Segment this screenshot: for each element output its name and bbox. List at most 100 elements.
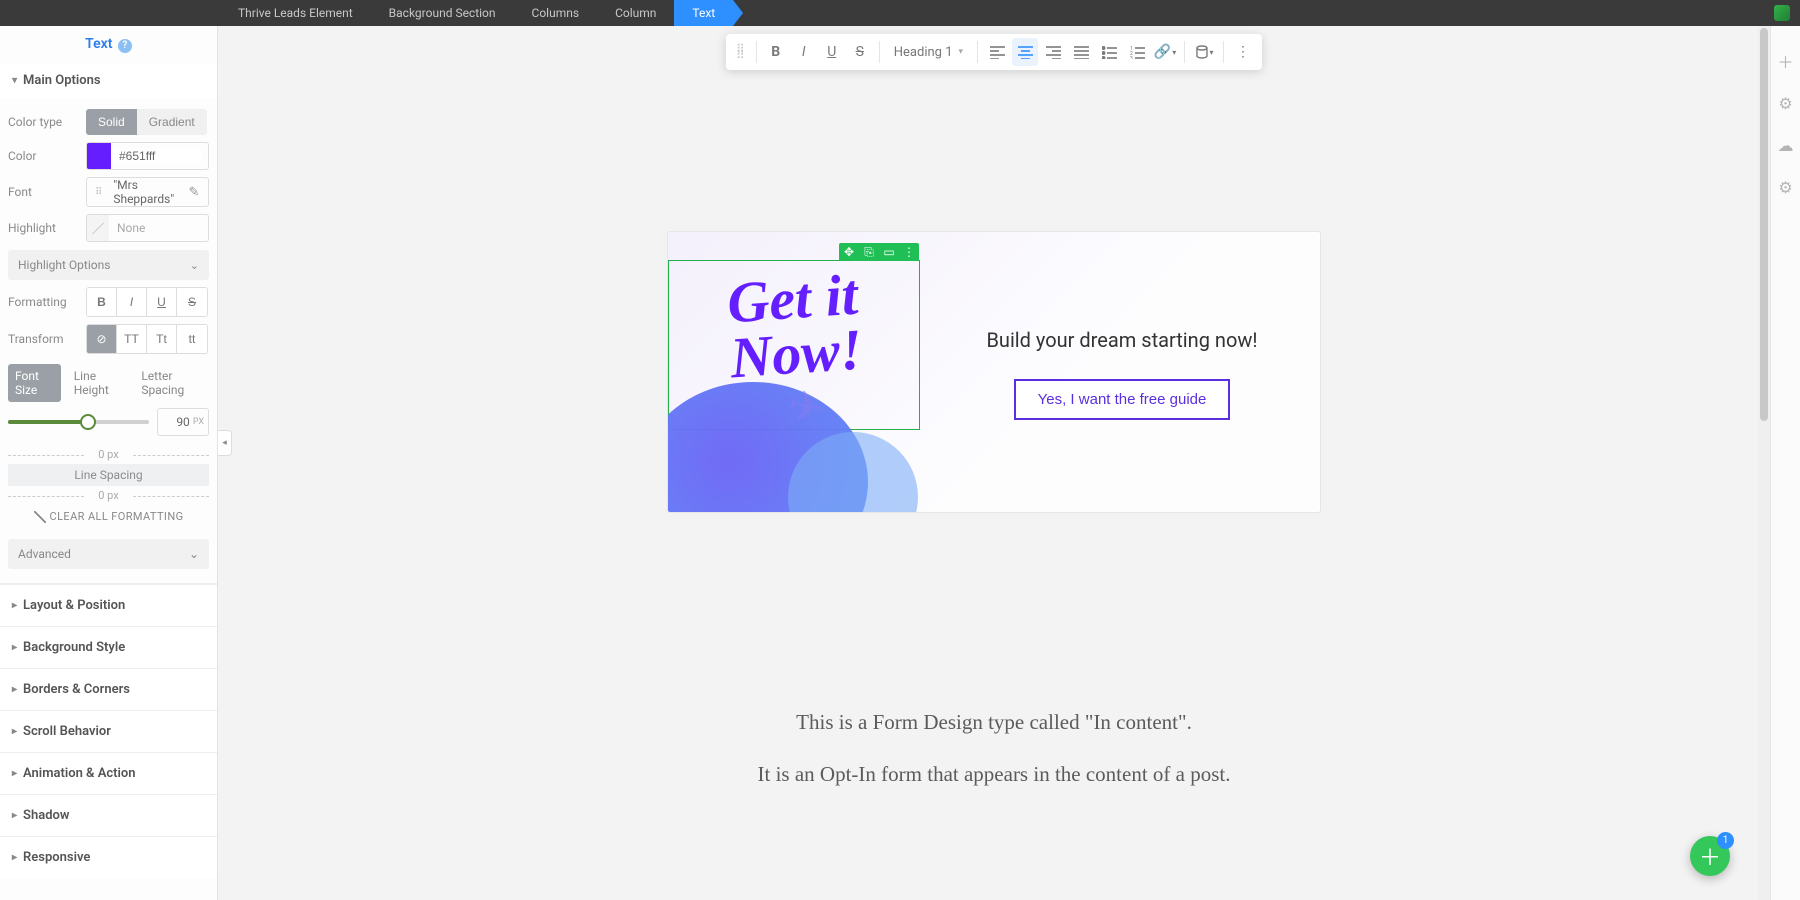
margin-top-value[interactable]: 0 px — [8, 448, 209, 461]
panel-layout-position[interactable]: ▸Layout & Position — [0, 584, 217, 626]
align-right-button[interactable] — [1040, 38, 1066, 66]
pencil-icon[interactable]: ✎ — [180, 185, 208, 200]
tab-line-height[interactable]: Line Height — [67, 364, 129, 402]
ordered-list-button[interactable]: 123 — [1124, 38, 1150, 66]
label-transform: Transform — [8, 332, 86, 346]
heading-label: Heading 1 — [894, 45, 953, 60]
sidebar-collapse-toggle[interactable]: ◂ — [218, 430, 232, 456]
subheadline-text[interactable]: Build your dream starting now! — [986, 325, 1257, 355]
unordered-list-button[interactable] — [1096, 38, 1122, 66]
highlight-value: None — [109, 221, 153, 235]
panel-title: Main Options — [23, 73, 101, 88]
chevron-down-icon: ▾ — [959, 47, 964, 57]
svg-text:3: 3 — [1130, 56, 1133, 59]
panel-label: Shadow — [23, 808, 69, 823]
card-left-column: ✥ ⎘ ▭ ⋮ Get it Now! ✈ — [668, 232, 924, 512]
slider-handle[interactable] — [80, 414, 96, 430]
panel-head-main-options[interactable]: ▸ Main Options — [0, 63, 217, 98]
crumb-thrive-leads[interactable]: Thrive Leads Element — [220, 0, 371, 26]
add-icon[interactable]: ＋ — [1777, 52, 1795, 70]
transform-upper-button[interactable]: TT — [117, 325, 147, 353]
color-type-solid[interactable]: Solid — [86, 109, 137, 135]
color-type-gradient[interactable]: Gradient — [137, 109, 207, 135]
no-highlight-icon — [87, 215, 109, 241]
panel-shadow[interactable]: ▸Shadow — [0, 794, 217, 836]
page-paragraph-1[interactable]: This is a Form Design type called "In co… — [796, 710, 1192, 735]
chevron-down-icon: ⌄ — [189, 547, 199, 561]
color-input[interactable] — [86, 142, 209, 170]
underline-button[interactable]: U — [147, 288, 177, 316]
optin-card: ✥ ⎘ ▭ ⋮ Get it Now! ✈ Build your dream — [668, 232, 1320, 512]
clear-all-formatting-button[interactable]: CLEAR ALL FORMATTING — [8, 502, 209, 531]
tb-italic-button[interactable]: I — [791, 38, 817, 66]
label-font: Font — [8, 185, 86, 199]
transform-cap-button[interactable]: Tt — [147, 325, 177, 353]
panel-animation-action[interactable]: ▸Animation & Action — [0, 752, 217, 794]
italic-button[interactable]: I — [117, 288, 147, 316]
panel-responsive[interactable]: ▸Responsive — [0, 836, 217, 878]
panel-label: Responsive — [23, 850, 90, 865]
label-highlight: Highlight — [8, 221, 86, 235]
color-type-toggle: Solid Gradient — [86, 109, 207, 135]
margin-bottom-value[interactable]: 0 px — [8, 489, 209, 502]
advanced-accordion[interactable]: Advanced ⌄ — [8, 539, 209, 569]
bold-button[interactable]: B — [87, 288, 117, 316]
tb-bold-button[interactable]: B — [763, 38, 789, 66]
tb-underline-button[interactable]: U — [819, 38, 845, 66]
highlight-options-label: Highlight Options — [18, 258, 110, 272]
editor-canvas[interactable]: ⠿⠿ B I U S Heading 1 ▾ 123 🔗▾ — [218, 26, 1770, 900]
panel-background-style[interactable]: ▸Background Style — [0, 626, 217, 668]
page-paragraph-2[interactable]: It is an Opt-In form that appears in the… — [758, 762, 1231, 787]
panel-scroll-behavior[interactable]: ▸Scroll Behavior — [0, 710, 217, 752]
panel-borders-corners[interactable]: ▸Borders & Corners — [0, 668, 217, 710]
transform-group: ⊘ TT Tt tt — [86, 324, 208, 354]
breadcrumbs: Thrive Leads Element Background Section … — [220, 0, 733, 26]
chevron-down-icon: ▾ — [1172, 48, 1176, 57]
crumb-text[interactable]: Text — [674, 0, 733, 26]
crumb-column[interactable]: Column — [597, 0, 674, 26]
panel-label: Borders & Corners — [23, 682, 130, 697]
cta-button[interactable]: Yes, I want the free guide — [1014, 379, 1231, 420]
cloud-icon[interactable]: ☁ — [1777, 136, 1795, 154]
strike-button[interactable]: S — [177, 288, 207, 316]
tab-font-size[interactable]: Font Size — [8, 364, 61, 402]
highlight-picker[interactable]: None — [86, 214, 209, 242]
sidebar-title-text: Text — [85, 36, 112, 52]
align-left-button[interactable] — [984, 38, 1010, 66]
crumb-background-section[interactable]: Background Section — [371, 0, 514, 26]
tab-letter-spacing[interactable]: Letter Spacing — [134, 364, 209, 402]
link-button[interactable]: 🔗▾ — [1152, 38, 1178, 66]
crumb-columns[interactable]: Columns — [514, 0, 598, 26]
align-center-button[interactable] — [1012, 38, 1038, 66]
font-size-slider[interactable] — [8, 420, 149, 424]
drag-handle-icon[interactable]: ⠿ — [91, 187, 107, 198]
help-icon[interactable]: ? — [118, 39, 132, 53]
heading-dropdown[interactable]: Heading 1 ▾ — [886, 45, 971, 60]
font-size-value[interactable]: 90 PX — [157, 408, 209, 436]
chevron-down-icon: ▾ — [1210, 48, 1214, 57]
panel-label: Background Style — [23, 640, 125, 655]
gear-icon[interactable]: ⚙ — [1777, 178, 1795, 196]
card-right-column: Build your dream starting now! Yes, I wa… — [924, 232, 1320, 512]
headline-text[interactable]: Get it Now! — [668, 252, 923, 389]
align-justify-button[interactable] — [1068, 38, 1094, 66]
add-element-fab[interactable]: ＋ 1 — [1690, 836, 1730, 876]
drag-handle-icon[interactable]: ⠿⠿ — [732, 46, 750, 58]
transform-lower-button[interactable]: tt — [177, 325, 207, 353]
color-hex-field[interactable] — [111, 149, 201, 163]
font-picker[interactable]: ⠿ "Mrs Sheppards" ✎ — [86, 177, 209, 207]
thrive-logo-icon — [1774, 5, 1790, 21]
settings-sliders-icon[interactable]: ⚙ — [1777, 94, 1795, 112]
transform-none-button[interactable]: ⊘ — [87, 325, 117, 353]
scrollbar-thumb[interactable] — [1760, 28, 1768, 421]
canvas-scrollbar[interactable] — [1758, 26, 1770, 900]
color-swatch[interactable] — [87, 143, 111, 169]
more-button[interactable]: ⋮ — [1230, 38, 1256, 66]
highlight-options-accordion[interactable]: Highlight Options ⌄ — [8, 250, 209, 280]
size-tabs: Font Size Line Height Letter Spacing — [8, 364, 209, 402]
panel-label: Animation & Action — [23, 766, 136, 781]
label-color: Color — [8, 149, 86, 163]
label-formatting: Formatting — [8, 295, 86, 309]
tb-strike-button[interactable]: S — [847, 38, 873, 66]
database-button[interactable]: ▾ — [1191, 38, 1217, 66]
